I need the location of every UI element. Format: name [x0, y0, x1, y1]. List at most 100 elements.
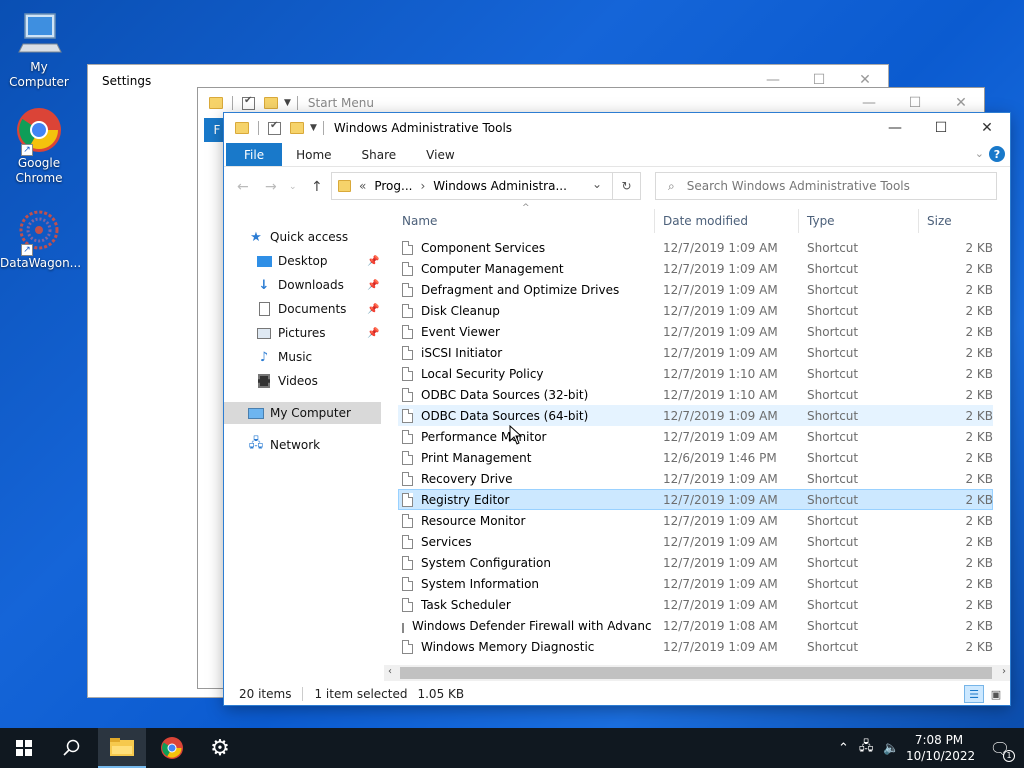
file-row[interactable]: Registry Editor 12/7/2019 1:09 AM Shortcut… [398, 489, 993, 510]
navigation-bar: ← → ⌄ ↑ « Prog... › Windows Administra..… [224, 171, 1010, 203]
file-date: 12/7/2019 1:09 AM [663, 471, 778, 486]
file-row[interactable]: Event Viewer 12/7/2019 1:09 AM Shortcut 2 K… [398, 321, 993, 342]
file-row[interactable]: Local Security Policy 12/7/2019 1:10 AM Sh… [398, 363, 993, 384]
file-row[interactable]: iSCSI Initiator 12/7/2019 1:09 AM Shortcut… [398, 342, 993, 363]
column-header-size[interactable]: Size [927, 209, 987, 233]
forward-icon[interactable]: → [265, 179, 277, 195]
start-button[interactable] [0, 728, 48, 768]
details-view-icon[interactable]: ☰ [964, 685, 984, 703]
file-row[interactable]: Recovery Drive 12/7/2019 1:09 AM Shortcut 2… [398, 468, 993, 489]
nav-label: Documents [278, 302, 347, 316]
maximize-button[interactable]: ☐ [918, 113, 964, 143]
breadcrumb-item[interactable]: Windows Administra... [433, 179, 567, 193]
address-bar[interactable]: « Prog... › Windows Administra... ⌄ ↻ [331, 172, 641, 200]
nav-music[interactable]: ♪ Music [256, 346, 312, 368]
properties-icon[interactable] [268, 120, 281, 135]
chevron-down-icon[interactable]: ▼ [310, 123, 317, 133]
notification-center-button[interactable]: 🗨 1 [980, 728, 1020, 768]
network-icon[interactable]: 🖧 [859, 737, 874, 759]
file-row[interactable]: Computer Management 12/7/2019 1:09 AM Shor… [398, 258, 993, 279]
volume-icon[interactable]: 🔈 [883, 741, 899, 756]
pin-icon[interactable]: 📌 [367, 256, 379, 267]
scroll-right-icon[interactable]: › [1002, 666, 1006, 677]
scroll-thumb[interactable] [400, 667, 992, 679]
file-row[interactable]: Windows Memory Diagnostic 12/7/2019 1:09 … [398, 636, 993, 657]
file-row[interactable]: System Information 12/7/2019 1:09 AM Short… [398, 573, 993, 594]
file-row[interactable]: Print Management 12/6/2019 1:46 PM Shortcu… [398, 447, 993, 468]
ribbon-expand-icon[interactable]: ⌄ [975, 147, 984, 160]
tab-share[interactable]: Share [346, 143, 411, 166]
file-name-cell: ODBC Data Sources (64-bit) [402, 405, 652, 426]
scroll-left-icon[interactable]: ‹ [388, 666, 392, 677]
taskbar-chrome[interactable] [148, 728, 196, 768]
chevron-down-icon[interactable]: ▼ [284, 98, 291, 108]
shortcut-file-icon [402, 618, 404, 633]
clock[interactable]: 7:08 PM 10/10/2022 [906, 732, 975, 764]
new-folder-icon[interactable] [264, 97, 278, 109]
pin-icon[interactable]: 📌 [367, 280, 379, 291]
file-row[interactable]: Disk Cleanup 12/7/2019 1:09 AM Shortcut 2 K… [398, 300, 993, 321]
pin-icon[interactable]: 📌 [367, 328, 379, 339]
nav-videos[interactable]: Videos [256, 370, 318, 392]
taskbar-file-explorer[interactable] [98, 728, 146, 768]
file-row[interactable]: Component Services 12/7/2019 1:09 AM Short… [398, 237, 993, 258]
tab-home[interactable]: Home [282, 143, 345, 166]
file-date: 12/7/2019 1:09 AM [663, 345, 778, 360]
file-name-cell: Disk Cleanup [402, 300, 652, 321]
nav-downloads[interactable]: ↓ Downloads [256, 274, 344, 296]
file-row[interactable]: Performance Monitor 12/7/2019 1:09 AM Shor… [398, 426, 993, 447]
chevron-up-icon[interactable]: ⌃ [838, 741, 849, 756]
back-icon[interactable]: ← [237, 179, 249, 195]
clock-time: 7:08 PM [914, 733, 964, 747]
file-row[interactable]: Task Scheduler 12/7/2019 1:09 AM Shortcut 2… [398, 594, 993, 615]
desktop-icon-chrome[interactable]: ↗ Google Chrome [0, 106, 78, 186]
file-row[interactable]: ODBC Data Sources (64-bit) 12/7/2019 1:09… [398, 405, 993, 426]
horizontal-scrollbar[interactable]: ‹ › [384, 665, 1010, 681]
file-row[interactable]: Services 12/7/2019 1:09 AM Shortcut 2 KB [398, 531, 993, 552]
column-divider[interactable] [918, 209, 919, 233]
file-row[interactable]: Defragment and Optimize Drives 12/7/2019 … [398, 279, 993, 300]
column-header-name[interactable]: Name [402, 209, 652, 233]
file-size: 2 KB [965, 534, 993, 549]
file-row[interactable]: ODBC Data Sources (32-bit) 12/7/2019 1:10… [398, 384, 993, 405]
nav-my-computer[interactable]: My Computer [224, 402, 381, 424]
refresh-icon[interactable]: ↻ [612, 173, 640, 199]
nav-network[interactable]: 🖧 Network [248, 434, 320, 456]
desktop-icon-datawagon[interactable]: ↗ DataWagon... [0, 206, 81, 271]
recent-locations-icon[interactable]: ⌄ [289, 182, 297, 192]
close-button[interactable]: ✕ [964, 113, 1010, 143]
chrome-icon: ↗ [15, 106, 63, 156]
column-divider[interactable] [798, 209, 799, 233]
breadcrumb-overflow[interactable]: « [359, 179, 366, 193]
tab-view[interactable]: View [410, 143, 468, 166]
search-button[interactable] [48, 728, 96, 768]
taskbar-settings[interactable]: ⚙ [196, 728, 244, 768]
breadcrumb-item[interactable]: Prog... [374, 179, 412, 193]
file-row[interactable]: Windows Defender Firewall with Advanc...… [398, 615, 993, 636]
window-title: Start Menu [307, 96, 374, 110]
pin-icon[interactable]: 📌 [367, 304, 379, 315]
nav-quick-access[interactable]: ★ Quick access [248, 226, 348, 248]
file-row[interactable]: Resource Monitor 12/7/2019 1:09 AM Shortcu… [398, 510, 993, 531]
nav-pictures[interactable]: Pictures [256, 322, 326, 344]
column-divider[interactable] [654, 209, 655, 233]
nav-documents[interactable]: Documents [256, 298, 346, 320]
shortcut-file-icon [402, 576, 413, 591]
properties-icon[interactable] [242, 95, 255, 110]
help-icon[interactable]: ? [989, 146, 1005, 162]
new-folder-icon[interactable] [290, 122, 304, 134]
explorer-window[interactable]: ▼ Windows Administrative Tools — ☐ ✕ Fil… [224, 113, 1010, 705]
nav-desktop[interactable]: Desktop [256, 250, 328, 272]
large-icons-view-icon[interactable]: ▣ [986, 685, 1006, 703]
search-input[interactable]: ⌕ Search Windows Administrative Tools [655, 172, 997, 200]
up-icon[interactable]: ↑ [311, 179, 323, 195]
file-type: Shortcut [807, 345, 859, 360]
chevron-down-icon[interactable]: ⌄ [592, 177, 602, 191]
column-header-date[interactable]: Date modified [663, 209, 793, 233]
file-name: Recovery Drive [421, 471, 513, 486]
file-row[interactable]: System Configuration 12/7/2019 1:09 AM Sho… [398, 552, 993, 573]
column-header-type[interactable]: Type [807, 209, 907, 233]
desktop-icon-my-computer[interactable]: My Computer [0, 10, 78, 90]
minimize-button[interactable]: — [872, 113, 918, 143]
tab-file[interactable]: File [226, 143, 283, 166]
